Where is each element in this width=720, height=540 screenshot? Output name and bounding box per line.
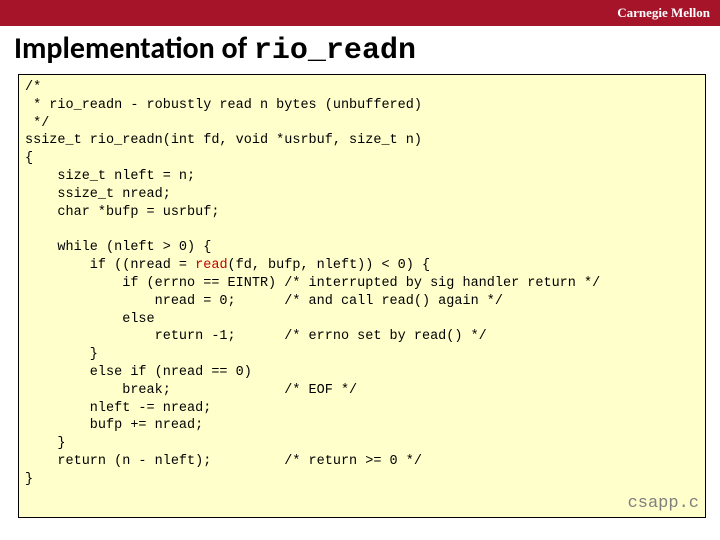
code-line: else [25,312,155,327]
code-line: } [25,436,66,451]
code-line: if ((nread = [25,258,195,273]
code-line: if (errno == EINTR) /* interrupted by si… [25,276,600,291]
university-label: Carnegie Mellon [617,5,710,21]
code-line: } [25,472,33,487]
code-line: char *bufp = usrbuf; [25,205,219,220]
code-keyword-read: read [195,258,227,273]
code-line: (fd, bufp, nleft)) < 0) { [228,258,431,273]
code-block: /* * rio_readn - robustly read n bytes (… [18,74,706,518]
code-line: */ [25,116,49,131]
code-line: while (nleft > 0) { [25,240,211,255]
title-func: rio_readn [254,34,416,68]
title-prefix: Implementation of [14,30,254,67]
header-bar: Carnegie Mellon [0,0,720,26]
source-file-label: csapp.c [628,493,699,515]
code-line: size_t nleft = n; [25,169,195,184]
code-line: nread = 0; /* and call read() again */ [25,294,503,309]
code-line: else if (nread == 0) [25,365,252,380]
code-line: return (n - nleft); /* return >= 0 */ [25,454,422,469]
code-line: } [25,347,98,362]
code-line: * rio_readn - robustly read n bytes (unb… [25,98,422,113]
code-line: ssize_t nread; [25,187,171,202]
code-line: /* [25,80,41,95]
code-line: bufp += nread; [25,418,203,433]
slide-title: Implementation of rio_readn [0,26,720,72]
code-line: { [25,151,33,166]
code-line: break; /* EOF */ [25,383,357,398]
code-line: nleft -= nread; [25,401,211,416]
code-line: return -1; /* errno set by read() */ [25,329,487,344]
code-line: ssize_t rio_readn(int fd, void *usrbuf, … [25,133,422,148]
